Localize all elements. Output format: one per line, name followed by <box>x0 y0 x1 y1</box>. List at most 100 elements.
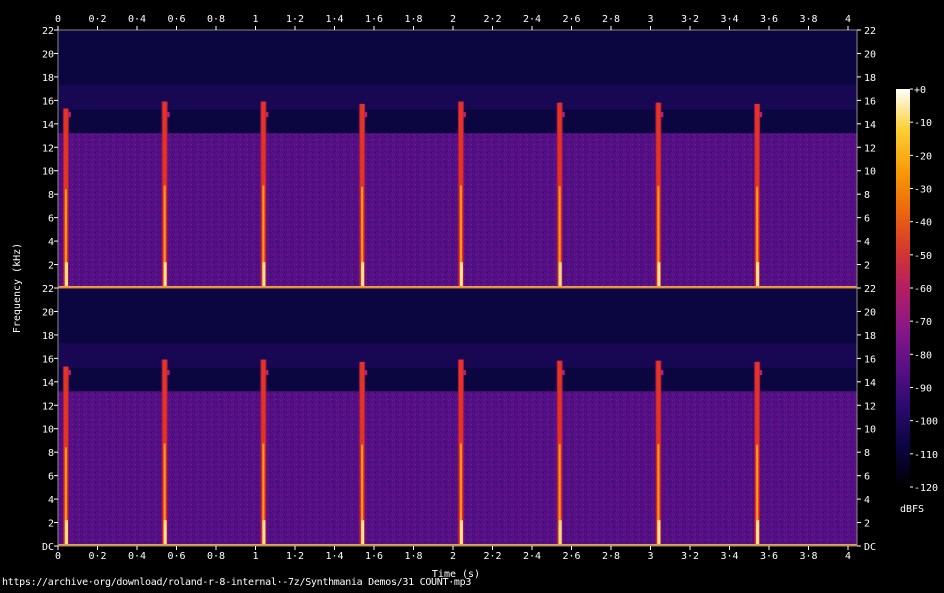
y-tick-label: 4 <box>864 237 870 248</box>
colorbar-tick-label: -50 <box>914 251 932 262</box>
mid-band <box>58 343 857 368</box>
y-axis-label: Frequency (kHz) <box>12 243 23 333</box>
colorbar-tick-label: -90 <box>914 384 932 395</box>
x-tick-label: 3 <box>647 14 653 25</box>
y-tick-label: 18 <box>42 331 54 342</box>
y-tick-label: 20 <box>864 307 876 318</box>
y-tick-label: 16 <box>864 354 876 365</box>
y-tick-label: 14 <box>42 120 54 131</box>
colorbar-tick-label: -10 <box>914 118 932 129</box>
x-tick-label: 0 <box>55 551 61 562</box>
colorbar-tick-label: -70 <box>914 317 932 328</box>
y-tick-label: 22 <box>42 26 54 37</box>
colorbar-tick-label: -120 <box>914 483 938 494</box>
x-tick-label: 1·4 <box>325 551 343 562</box>
y-tick-label: 6 <box>864 214 870 225</box>
x-tick-label: 3·2 <box>681 14 699 25</box>
x-tick-label: 0·6 <box>167 14 185 25</box>
x-tick-label: 1·4 <box>325 14 343 25</box>
y-tick-label: 16 <box>42 96 54 107</box>
x-tick-label: 2·8 <box>602 551 620 562</box>
y-tick-label: 12 <box>42 143 54 154</box>
x-tick-label: 2·6 <box>562 551 580 562</box>
x-tick-label: 4 <box>845 551 851 562</box>
colorbar-tick-label: -40 <box>914 218 932 229</box>
y-tick-label: 4 <box>864 495 870 506</box>
y-tick-label: 16 <box>864 96 876 107</box>
noise-texture <box>58 391 857 546</box>
y-tick-label: 8 <box>864 448 870 459</box>
y-tick-label: DC <box>864 542 876 553</box>
colorbar-tick-label: +0 <box>914 85 926 96</box>
y-tick-label: 18 <box>864 73 876 84</box>
colorbar-tick-label: -20 <box>914 151 932 162</box>
y-tick-label: 4 <box>48 495 54 506</box>
y-tick-label: 8 <box>48 190 54 201</box>
source-url: https://archive·org/download/roland-r-8-… <box>2 577 472 588</box>
mid-band <box>58 85 857 110</box>
x-tick-label: 0·8 <box>207 551 225 562</box>
y-tick-label: 14 <box>864 378 876 389</box>
x-tick-label: 3 <box>647 551 653 562</box>
x-tick-label: 0·6 <box>167 551 185 562</box>
x-tick-label: 0 <box>55 14 61 25</box>
y-tick-label: 20 <box>864 49 876 60</box>
y-tick-label: 22 <box>42 284 54 295</box>
noise-texture <box>58 133 857 288</box>
x-tick-label: 2 <box>450 551 456 562</box>
y-tick-label: 12 <box>864 401 876 412</box>
x-tick-label: 4 <box>845 14 851 25</box>
y-tick-label: 2 <box>48 261 54 272</box>
upper-band <box>58 30 857 134</box>
x-tick-label: 2·4 <box>523 14 541 25</box>
x-tick-label: 1·8 <box>404 14 422 25</box>
y-tick-label: 10 <box>864 425 876 436</box>
colorbar-gradient <box>896 89 910 487</box>
colorbar-tick-label: -100 <box>914 417 938 428</box>
x-tick-label: 3·8 <box>799 14 817 25</box>
x-tick-label: 2·8 <box>602 14 620 25</box>
channel-panel-right <box>58 288 857 546</box>
y-tick-label: 4 <box>48 237 54 248</box>
x-tick-label: 0·2 <box>88 14 106 25</box>
x-tick-label: 1 <box>252 14 258 25</box>
x-tick-label: 2·2 <box>483 551 501 562</box>
y-tick-label: 8 <box>864 190 870 201</box>
colorbar-tick-label: -80 <box>914 350 932 361</box>
x-tick-label: 1·6 <box>365 14 383 25</box>
x-tick-label: 1·2 <box>286 14 304 25</box>
y-tick-label: 14 <box>42 378 54 389</box>
x-tick-label: 1 <box>252 551 258 562</box>
y-tick-label: 10 <box>42 425 54 436</box>
channel-panel-left <box>58 30 857 288</box>
y-tick-label: 16 <box>42 354 54 365</box>
y-tick-label: 8 <box>48 448 54 459</box>
colorbar: +0 -10 -20 -30 -40 -50 -60 -70 -80 -90 -100 -110 -12… <box>896 85 938 515</box>
colorbar-label: dBFS <box>900 504 924 515</box>
y-tick-label: 14 <box>864 120 876 131</box>
x-tick-label: 2·2 <box>483 14 501 25</box>
colorbar-tick-label: -110 <box>914 450 938 461</box>
y-tick-label: 22 <box>864 284 876 295</box>
y-tick-label: 6 <box>48 214 54 225</box>
x-tick-label: 3·6 <box>760 551 778 562</box>
y-tick-label: 2 <box>864 519 870 530</box>
y-tick-label: 12 <box>864 143 876 154</box>
y-tick-label: 18 <box>864 331 876 342</box>
x-tick-label: 2·4 <box>523 551 541 562</box>
upper-band <box>58 288 857 392</box>
x-tick-label: 1·8 <box>404 551 422 562</box>
x-tick-label: 3·4 <box>720 14 738 25</box>
y-tick-label: 6 <box>864 472 870 483</box>
x-tick-label: 3·8 <box>799 551 817 562</box>
x-tick-label: 0·2 <box>88 551 106 562</box>
y-tick-label: 10 <box>864 167 876 178</box>
y-tick-label: 18 <box>42 73 54 84</box>
y-tick-label: 12 <box>42 401 54 412</box>
colorbar-tick-label: -30 <box>914 185 932 196</box>
x-tick-label: 1·6 <box>365 551 383 562</box>
y-tick-label: 20 <box>42 49 54 60</box>
y-tick-label: 2 <box>48 519 54 530</box>
x-tick-label: 2 <box>450 14 456 25</box>
x-tick-label: 0·4 <box>128 551 146 562</box>
